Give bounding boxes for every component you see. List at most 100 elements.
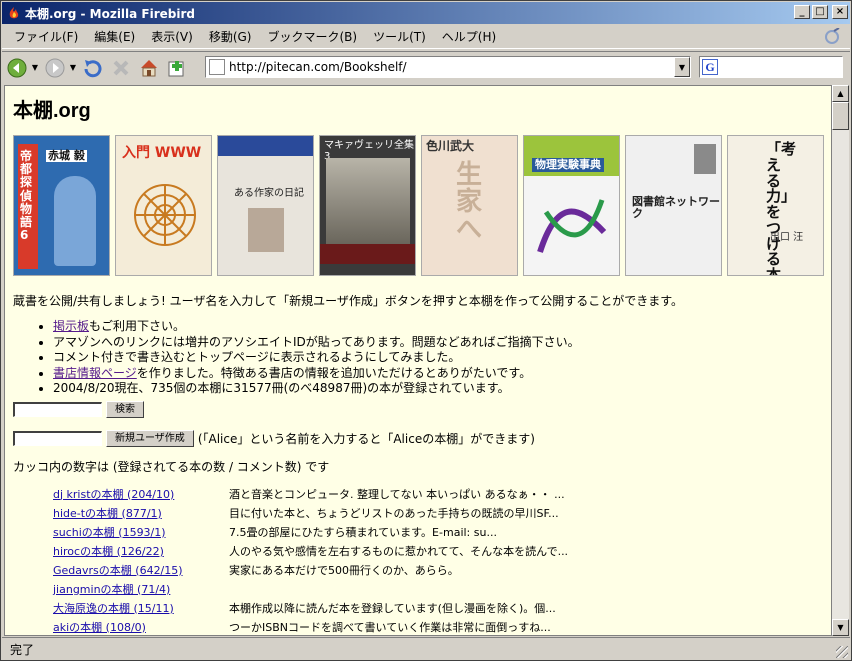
table-row: 大海原逸の本棚 (15/11) 本棚作成以降に読んだ本を登録しています(但し漫画を…: [53, 598, 568, 617]
shelf-description: 本棚作成以降に読んだ本を登録しています(但し漫画を除く)。個...: [229, 601, 556, 615]
shelf-link[interactable]: 大海原逸の本棚 (15/11): [53, 602, 174, 615]
new-user-row: 新規ユーザ作成 (「Alice」という名前を入力すると「Aliceの本棚」ができ…: [13, 430, 535, 447]
book-cover[interactable]: 図書館ネットワーク: [625, 135, 722, 276]
bbs-link[interactable]: 掲示板: [53, 319, 89, 333]
list-item: 書店情報ページを作りました。特徴ある書店の情報を追加いただけるとありがたいです。: [53, 366, 580, 382]
shelf-description: [229, 579, 568, 598]
table-row: suchiの本棚 (1593/1) 7.5畳の部屋にひたすら積まれています。E-m…: [53, 522, 568, 541]
resize-grip-icon[interactable]: [836, 646, 848, 658]
book-cover[interactable]: ある作家の日記: [217, 135, 314, 276]
news-text: を作りました。特徴ある書店の情報を追加いただけるとありがたいです。: [136, 365, 532, 380]
stop-icon[interactable]: [108, 55, 134, 81]
site-title: 本棚.org: [13, 94, 91, 123]
shelf-description: 7.5畳の部屋にひたすら積まれています。E-mail: su...: [229, 525, 497, 539]
book-cover-title: 図書館ネットワーク: [632, 195, 720, 221]
shelf-description: つーかISBNコードを調べて書いていく作業は非常に面倒っすね...: [229, 620, 551, 634]
book-cover[interactable]: 入門 WWW: [115, 135, 212, 276]
list-item: 掲示板もご利用下さい。: [53, 319, 580, 335]
reload-icon[interactable]: [80, 55, 106, 81]
scroll-thumb[interactable]: [832, 102, 849, 130]
list-item: コメント付きで書き込むとトップページに表示されるようにしてみました。: [53, 350, 580, 366]
page-content: 本棚.org 帝都探偵物語 6 赤城 毅 入門 WWW ある作家の日記 マキァヴ…: [4, 85, 832, 636]
bookstore-info-link[interactable]: 書店情報ページ: [53, 366, 137, 380]
shelf-link[interactable]: hirocの本棚 (126/22): [53, 545, 164, 558]
username-input[interactable]: [13, 431, 102, 446]
site-title-suffix: .org: [53, 100, 91, 122]
new-user-button[interactable]: 新規ユーザ作成: [106, 430, 194, 447]
book-cover-title: 生家へ: [456, 160, 483, 245]
book-cover-title: 帝都探偵物語 6: [20, 149, 33, 243]
list-item: 2004/8/20現在、735個の本棚に31577冊(のべ48987冊)の本が登…: [53, 381, 580, 397]
menu-go[interactable]: 移動(G): [201, 28, 260, 45]
book-cover-title: ある作家の日記: [234, 188, 304, 199]
minimize-button[interactable]: _: [794, 5, 810, 19]
news-list: 掲示板もご利用下さい。 アマゾンへのリンクには増井のアソシエイトIDが貼ってあり…: [53, 319, 580, 397]
maximize-button[interactable]: □: [812, 5, 828, 19]
menu-bar: ファイル(F) 編集(E) 表示(V) 移動(G) ブックマーク(B) ツール(…: [2, 25, 850, 49]
menu-tools[interactable]: ツール(T): [365, 28, 434, 45]
book-cover[interactable]: 帝都探偵物語 6 赤城 毅: [13, 135, 110, 276]
shelf-description: 人のやる気や感情を左右するものに惹かれてて、そんな本を読んで...: [229, 544, 569, 558]
list-item: アマゾンへのリンクには増井のアソシエイトIDが貼ってあります。問題などあればご指…: [53, 335, 580, 351]
status-text: 完了: [10, 642, 35, 657]
book-cover-author: 赤城 毅: [46, 149, 87, 163]
menu-view[interactable]: 表示(V): [143, 28, 201, 45]
book-cover[interactable]: マキァヴェッリ全集 3: [319, 135, 416, 276]
back-dropdown-icon[interactable]: ▼: [30, 55, 40, 81]
search-button[interactable]: 検索: [106, 401, 144, 418]
shelf-list: dj kristの本棚 (204/10) 酒と音楽とコンピュータ. 整理してない …: [53, 484, 569, 635]
news-text: もご利用下さい。: [89, 319, 186, 333]
search-row: 検索: [13, 401, 144, 418]
window-title: 本棚.org - Mozilla Firebird: [25, 6, 196, 21]
counts-note: カッコ内の数字は (登録されてる本の数 / コメント数) です: [13, 460, 330, 474]
shelf-link[interactable]: akiの本棚 (108/0): [53, 621, 146, 634]
menu-bookmarks[interactable]: ブックマーク(B): [259, 28, 365, 45]
book-cover[interactable]: 色川武大 生家へ: [421, 135, 518, 276]
news-text: アマゾンへのリンクには増井のアソシエイトIDが貼ってあります。問題などあればご指…: [53, 334, 580, 349]
site-title-main: 本棚: [13, 100, 53, 122]
new-tab-icon[interactable]: [164, 55, 190, 81]
book-cover[interactable]: 物理実験事典: [523, 135, 620, 276]
shelf-link[interactable]: Gedavrsの本棚 (642/15): [53, 564, 183, 577]
google-search-icon[interactable]: G: [702, 59, 718, 75]
table-row: jiangminの本棚 (71/4): [53, 579, 568, 598]
scroll-down-icon[interactable]: ▼: [832, 619, 849, 636]
new-user-hint: (「Alice」という名前を入力すると「Aliceの本棚」ができます): [197, 432, 535, 446]
status-bar: 完了: [2, 637, 850, 660]
url-bar[interactable]: ▼: [205, 56, 691, 78]
url-input[interactable]: [229, 60, 669, 74]
shelf-link[interactable]: jiangminの本棚 (71/4): [53, 583, 170, 596]
shelf-description: 酒と音楽とコンピュータ. 整理してない 本いっぱい あるなぁ・・ ...: [229, 487, 565, 501]
title-bar[interactable]: 本棚.org - Mozilla Firebird _ □ ×: [2, 2, 850, 24]
intro-text: 蔵書を公開/共有しましょう! ユーザ名を入力して「新規ユーザ作成」ボタンを押すと…: [13, 294, 684, 308]
close-button[interactable]: ×: [832, 5, 848, 19]
table-row: dj kristの本棚 (204/10) 酒と音楽とコンピュータ. 整理してない …: [53, 484, 568, 503]
news-text: コメント付きで書き込むとトップページに表示されるようにしてみました。: [53, 350, 461, 364]
shelf-search-input[interactable]: [13, 402, 102, 417]
url-history-dropdown-icon[interactable]: ▼: [674, 57, 690, 77]
book-cover-author: 色川武大: [426, 139, 475, 153]
scroll-up-icon[interactable]: ▲: [832, 85, 849, 102]
menu-edit[interactable]: 編集(E): [86, 28, 143, 45]
menu-file[interactable]: ファイル(F): [6, 28, 86, 45]
shelf-link[interactable]: suchiの本棚 (1593/1): [53, 526, 166, 539]
book-cover[interactable]: 「考える力」をつける本 出口 汪: [727, 135, 824, 276]
book-cover-title: 「考える力」をつける本: [766, 140, 797, 276]
search-bar[interactable]: G: [699, 56, 843, 78]
vertical-scrollbar[interactable]: ▲ ▼: [832, 85, 849, 636]
book-covers: 帝都探偵物語 6 赤城 毅 入門 WWW ある作家の日記 マキァヴェッリ全集 3…: [13, 135, 824, 276]
back-icon[interactable]: [4, 55, 30, 81]
firebird-icon: [6, 5, 22, 21]
shelf-link[interactable]: hide-tの本棚 (877/1): [53, 507, 162, 520]
table-row: akiの本棚 (108/0) つーかISBNコードを調べて書いていく作業は非常に面…: [53, 617, 568, 635]
forward-dropdown-icon[interactable]: ▼: [68, 55, 78, 81]
shelf-link[interactable]: dj kristの本棚 (204/10): [53, 488, 174, 501]
book-cover-title: 物理実験事典: [532, 158, 604, 173]
forward-icon[interactable]: [42, 55, 68, 81]
throbber-icon: [821, 27, 843, 47]
book-cover-author: 出口 汪: [770, 232, 804, 243]
page-icon: [209, 59, 225, 75]
home-icon[interactable]: [136, 55, 162, 81]
shelf-description: 目に付いた本と、ちょうどリストのあった手持ちの既読の早川SF...: [229, 506, 559, 520]
menu-help[interactable]: ヘルプ(H): [434, 28, 504, 45]
